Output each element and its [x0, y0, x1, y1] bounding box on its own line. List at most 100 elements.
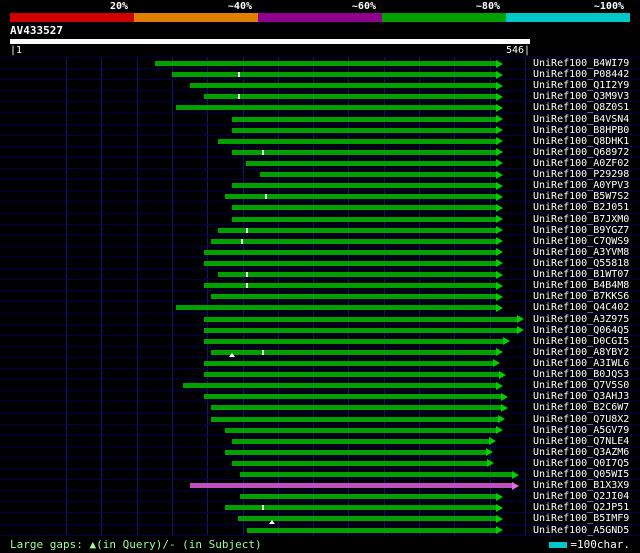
subject-gap-tick-icon — [238, 94, 240, 100]
hit-row: UniRef100_Q3AZM6 — [0, 447, 640, 458]
hit-label-link[interactable]: UniRef100_B5W7S2 — [533, 191, 629, 202]
hit-alignment-bar[interactable] — [232, 205, 496, 211]
hit-row: UniRef100_P08442 — [0, 69, 640, 81]
hit-row: UniRef100_Q05WI5 — [0, 469, 640, 481]
hit-label-link[interactable]: UniRef100_C7QWS9 — [533, 236, 629, 247]
hit-bar-arrowhead-icon — [496, 215, 503, 224]
hit-label-link[interactable]: UniRef100_B7KKS6 — [533, 291, 629, 302]
hit-alignment-bar[interactable] — [204, 260, 496, 266]
hit-label-link[interactable]: UniRef100_Q3M9V3 — [533, 91, 629, 102]
hit-alignment-bar[interactable] — [225, 505, 496, 511]
hit-label-link[interactable]: UniRef100_Q4C402 — [533, 302, 629, 313]
hit-alignment-bar[interactable] — [155, 61, 496, 66]
hit-alignment-bar[interactable] — [232, 438, 489, 444]
hit-alignment-bar[interactable] — [232, 116, 496, 122]
scale-segment: ~40% — [134, 1, 258, 22]
hit-label-link[interactable]: UniRef100_B0JQS3 — [533, 369, 629, 380]
hit-bar-arrowhead-icon — [496, 303, 503, 312]
hit-label-link[interactable]: UniRef100_A3YVM8 — [533, 247, 629, 258]
hit-alignment-bar[interactable] — [232, 460, 487, 466]
hit-label-link[interactable]: UniRef100_Q7V5S0 — [533, 380, 629, 391]
hit-alignment-bar[interactable] — [190, 83, 496, 89]
hit-label-link[interactable]: UniRef100_A0YPV3 — [533, 180, 629, 191]
hit-label-link[interactable]: UniRef100_A8YBY2 — [533, 347, 629, 358]
hit-label-link[interactable]: UniRef100_Q68972 — [533, 147, 629, 158]
hit-label-link[interactable]: UniRef100_B4VSN4 — [533, 114, 629, 125]
hit-alignment-bar[interactable] — [204, 249, 496, 255]
hit-alignment-bar[interactable] — [218, 138, 496, 144]
hit-label-link[interactable]: UniRef100_B9YGZ7 — [533, 225, 629, 236]
hit-label-link[interactable]: UniRef100_B4WI79 — [533, 58, 629, 69]
hit-label-link[interactable]: UniRef100_Q3AZM6 — [533, 447, 629, 458]
hit-label-link[interactable]: UniRef100_B1X3X9 — [533, 480, 629, 491]
hit-bar-arrowhead-icon — [496, 514, 503, 523]
hit-alignment-bar[interactable] — [204, 360, 493, 366]
hit-alignment-bar[interactable] — [260, 172, 496, 178]
hit-alignment-bar[interactable] — [218, 272, 496, 278]
hit-label-link[interactable]: UniRef100_Q3AHJ3 — [533, 391, 629, 402]
hit-label-link[interactable]: UniRef100_A3IWL6 — [533, 358, 629, 369]
hit-alignment-bar[interactable] — [190, 483, 512, 489]
hit-alignment-bar[interactable] — [172, 72, 496, 78]
hit-alignment-bar[interactable] — [176, 305, 496, 311]
hit-label-link[interactable]: UniRef100_B2J051 — [533, 202, 629, 213]
hit-label-link[interactable]: UniRef100_Q05WI5 — [533, 469, 629, 480]
hit-alignment-bar[interactable] — [204, 394, 501, 400]
hit-alignment-bar[interactable] — [240, 494, 496, 500]
hit-label-link[interactable]: UniRef100_Q7NLE4 — [533, 436, 629, 447]
hit-label-link[interactable]: UniRef100_Q1I2Y9 — [533, 80, 629, 91]
hit-label-link[interactable]: UniRef100_B5IMF9 — [533, 513, 629, 524]
hit-row: UniRef100_A3IWL6 — [0, 358, 640, 370]
hit-label-link[interactable]: UniRef100_D0CGI5 — [533, 336, 629, 347]
hit-alignment-bar[interactable] — [232, 149, 496, 155]
hit-alignment-bar[interactable] — [247, 527, 496, 533]
hit-alignment-bar[interactable] — [240, 472, 512, 478]
hit-label-link[interactable]: UniRef100_P29298 — [533, 169, 629, 180]
hit-label-link[interactable]: UniRef100_P08442 — [533, 69, 629, 80]
hit-alignment-bar[interactable] — [232, 216, 496, 222]
hit-bar-arrowhead-icon — [512, 470, 519, 479]
hit-bar-arrowhead-icon — [496, 248, 503, 257]
hit-alignment-bar[interactable] — [204, 338, 503, 344]
hit-label-link[interactable]: UniRef100_Q0I7Q5 — [533, 458, 629, 469]
hit-row: UniRef100_B4B4M8 — [0, 280, 640, 292]
hit-alignment-bar[interactable] — [225, 449, 486, 455]
hit-label-link[interactable]: UniRef100_A5GV79 — [533, 425, 629, 436]
hit-label-link[interactable]: UniRef100_Q2JP51 — [533, 502, 629, 513]
hit-label-link[interactable]: UniRef100_B7JXM0 — [533, 214, 629, 225]
hit-alignment-bar[interactable] — [211, 238, 496, 244]
hit-label-link[interactable]: UniRef100_B1WT07 — [533, 269, 629, 280]
hit-alignment-bar[interactable] — [218, 227, 496, 233]
hit-label-link[interactable]: UniRef100_Q7U8X2 — [533, 414, 629, 425]
hit-alignment-bar[interactable] — [204, 372, 499, 378]
hit-label-link[interactable]: UniRef100_B2C6W7 — [533, 402, 629, 413]
identity-color-scale: 20% ~40% ~60% ~80% ~100% — [10, 1, 630, 22]
hit-label-link[interactable]: UniRef100_Q55818 — [533, 258, 629, 269]
hit-row: UniRef100_P29298 — [0, 169, 640, 181]
hit-alignment-bar[interactable] — [204, 94, 496, 100]
hit-row: UniRef100_Q7NLE4 — [0, 436, 640, 447]
hit-alignment-bar[interactable] — [238, 516, 496, 522]
hit-alignment-bar[interactable] — [211, 294, 496, 300]
hit-label-link[interactable]: UniRef100_Q8DHK1 — [533, 136, 629, 147]
hit-alignment-bar[interactable] — [176, 105, 496, 111]
hit-label-link[interactable]: UniRef100_A0ZF02 — [533, 158, 629, 169]
hit-alignment-bar[interactable] — [232, 127, 496, 133]
hit-label-link[interactable]: UniRef100_A5GND5 — [533, 525, 629, 536]
hit-alignment-bar[interactable] — [225, 427, 496, 433]
hit-alignment-bar[interactable] — [204, 327, 517, 333]
hit-label-link[interactable]: UniRef100_Q064Q5 — [533, 325, 629, 336]
hit-label-link[interactable]: UniRef100_B4B4M8 — [533, 280, 629, 291]
hit-bar-arrowhead-icon — [496, 348, 503, 357]
hit-alignment-bar[interactable] — [211, 416, 498, 422]
hit-label-link[interactable]: UniRef100_B8HPB0 — [533, 125, 629, 136]
hit-alignment-bar[interactable] — [204, 316, 517, 322]
hit-label-link[interactable]: UniRef100_Q8Z0S1 — [533, 102, 629, 113]
hit-alignment-bar[interactable] — [246, 160, 496, 166]
hit-alignment-bar[interactable] — [232, 183, 496, 189]
hit-alignment-bar[interactable] — [211, 349, 496, 355]
hit-label-link[interactable]: UniRef100_Q2JI04 — [533, 491, 629, 502]
hit-alignment-bar[interactable] — [183, 383, 496, 389]
hit-label-link[interactable]: UniRef100_A3Z975 — [533, 314, 629, 325]
hit-alignment-bar[interactable] — [211, 405, 501, 411]
